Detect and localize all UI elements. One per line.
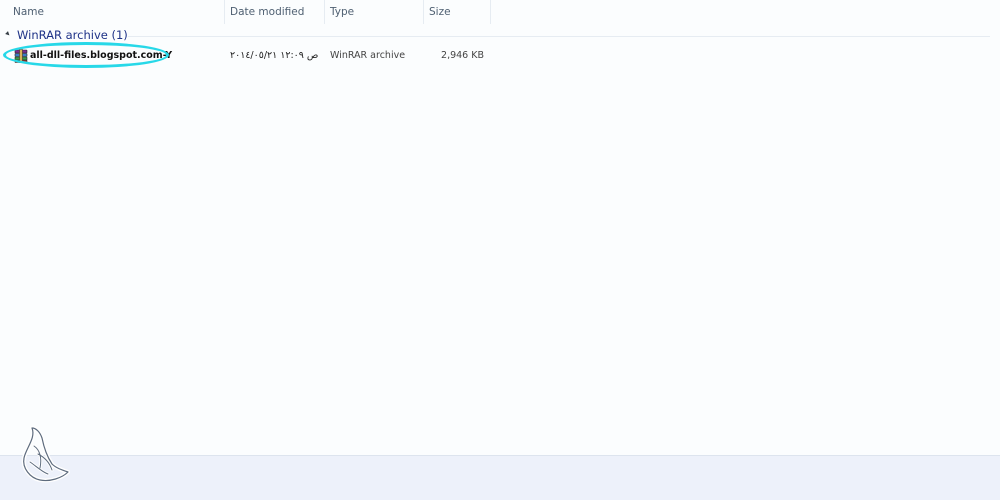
group-header-winrar[interactable]: WinRAR archive (1) (0, 27, 1000, 43)
file-row[interactable]: all-dll-files.blogspot.com-Y ۲۰۱٤/۰٥/۲۱ … (0, 46, 1000, 66)
group-title: WinRAR archive (1) (17, 28, 128, 42)
column-header-row: Name Date modified Type Size (0, 0, 1000, 24)
column-header-type[interactable]: Type (325, 0, 424, 24)
winrar-archive-icon (14, 49, 28, 63)
collapse-triangle-icon[interactable] (5, 31, 11, 37)
file-size: 2,946 KB (441, 50, 484, 61)
file-type: WinRAR archive (330, 50, 406, 61)
status-bar (0, 455, 1000, 500)
column-header-type-label: Type (330, 6, 355, 18)
column-header-name-label: Name (13, 6, 44, 18)
column-header-date-modified-label: Date modified (230, 6, 305, 18)
file-list-pane: Name Date modified Type Size WinRAR arch… (0, 0, 1000, 455)
file-name[interactable]: all-dll-files.blogspot.com-Y (30, 50, 172, 61)
watermark-logo-icon (21, 426, 70, 483)
column-header-size-label: Size (429, 6, 451, 18)
group-divider (128, 36, 990, 37)
column-header-size[interactable]: Size (424, 0, 491, 24)
column-header-name[interactable]: Name (0, 0, 225, 24)
column-header-date-modified[interactable]: Date modified (225, 0, 325, 24)
file-date-modified: ۲۰۱٤/۰٥/۲۱ ص ۱۲:۰۹ (230, 50, 319, 61)
